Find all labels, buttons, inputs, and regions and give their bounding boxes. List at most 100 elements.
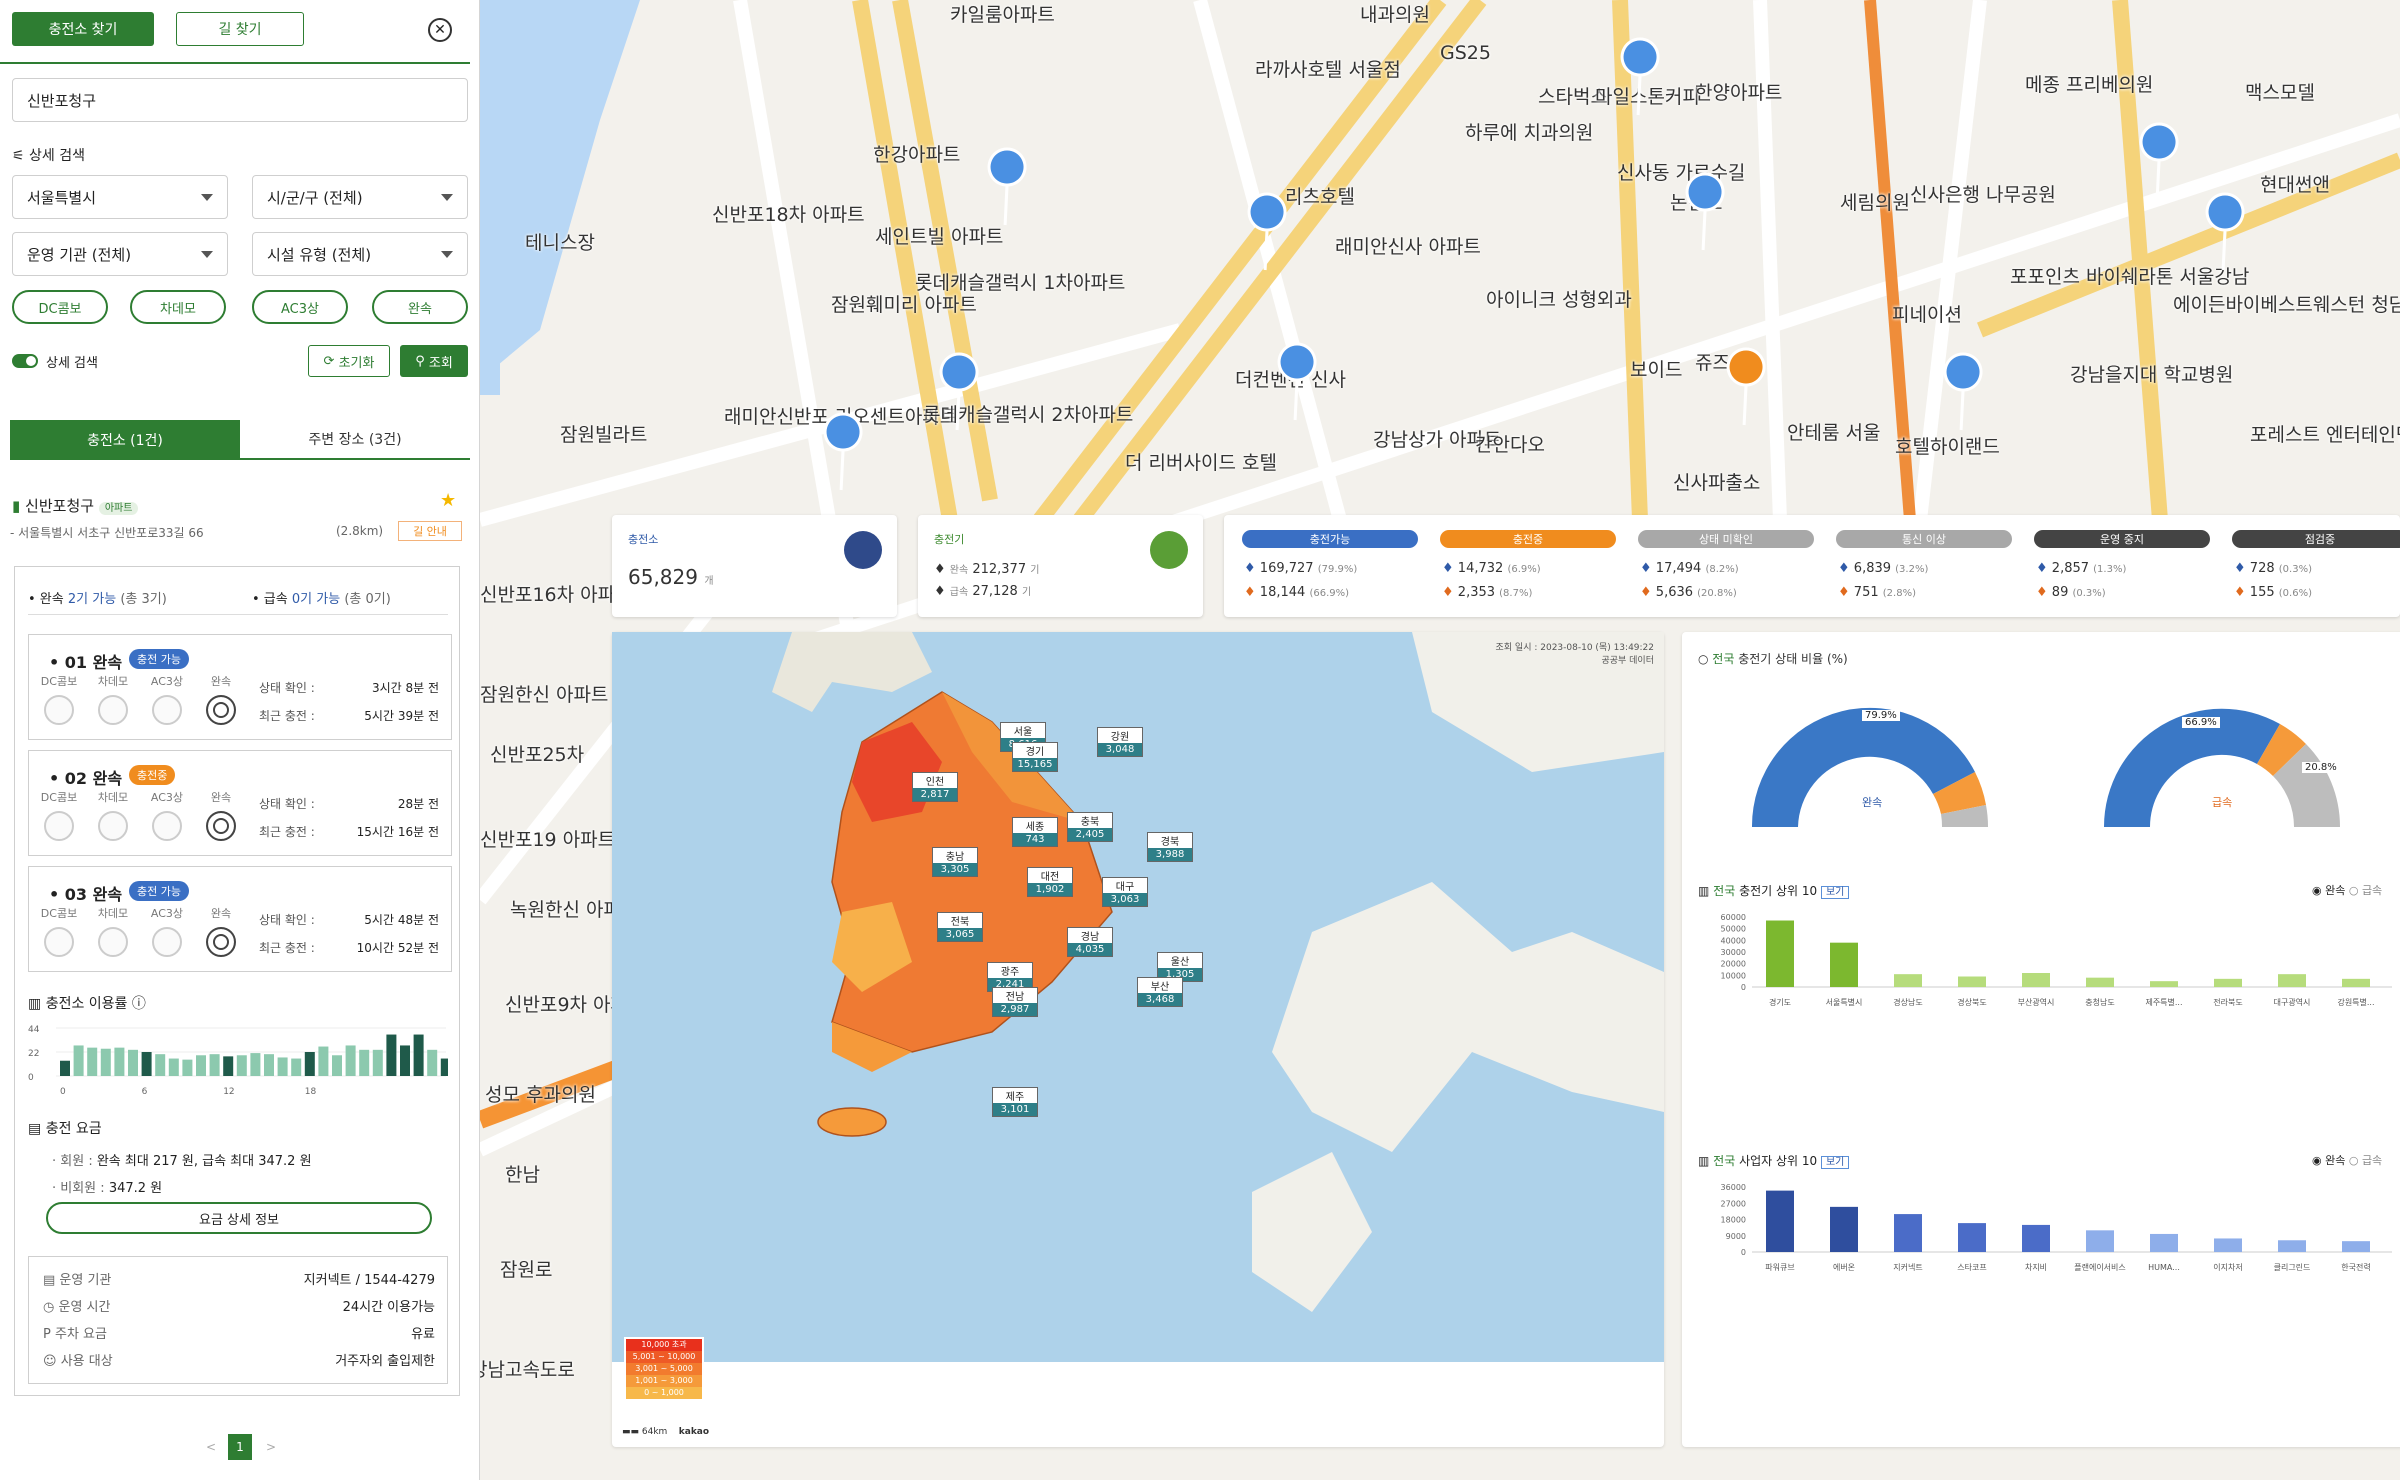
chip-dc-combo[interactable]: DC콤보 xyxy=(12,290,108,324)
region-label[interactable]: 전북 3,065 xyxy=(937,912,983,942)
region-label[interactable]: 세종 743 xyxy=(1012,817,1058,847)
bar[interactable] xyxy=(1766,1190,1794,1252)
bar[interactable] xyxy=(2342,978,2370,987)
charger-card[interactable]: • 01 완속 충전 가능 DC콤보 차데모 AC3상 완속 상태 확인 : 3시간 8분 전… xyxy=(28,634,452,740)
select-facility[interactable]: 시설 유형 (전체) xyxy=(252,232,468,276)
bar[interactable] xyxy=(1830,942,1858,987)
close-icon[interactable]: ✕ xyxy=(428,18,452,42)
query-button[interactable]: ⚲ 조회 xyxy=(400,345,468,377)
last-value: 15시간 16분 전 xyxy=(356,825,439,839)
wallet-icon: ▤ xyxy=(28,1121,42,1137)
pagination-page[interactable]: 1 xyxy=(228,1434,252,1460)
map-label[interactable]: 성모 후과의원 xyxy=(485,1080,596,1107)
map-label[interactable]: 신반포25차 xyxy=(490,740,584,767)
usage-bar xyxy=(318,1046,329,1076)
bar[interactable] xyxy=(1830,1206,1858,1252)
fee-nonmember: · 비회원 : 347.2 원 xyxy=(52,1181,163,1196)
bar[interactable] xyxy=(2086,977,2114,987)
route-guide-button[interactable]: 길 안내 xyxy=(398,521,462,541)
gauge-title: ○ 전국 충전기 상태 비율 (%) xyxy=(1698,652,1848,666)
select-operator[interactable]: 운영 기관 (전체) xyxy=(12,232,228,276)
usage-title: ▥ 충전소 이용률 ⓘ xyxy=(28,996,146,1012)
legend-slow[interactable]: ◉ 완속 xyxy=(2312,884,2349,897)
region-label[interactable]: 경남 4,035 xyxy=(1067,927,1113,957)
info-label: ☺ 사용 대상 xyxy=(43,1354,113,1369)
charger-card[interactable]: • 02 완속 충전중 DC콤보 차데모 AC3상 완속 상태 확인 : 28분 전 최근 충전… xyxy=(28,750,452,856)
bar[interactable] xyxy=(2214,1238,2242,1252)
status-slow-value: ♦ 2,857 (1.3%) xyxy=(2036,561,2127,576)
map-label[interactable]: 신반포19 아파트 xyxy=(480,825,615,852)
view-button[interactable]: 보기 xyxy=(1820,886,1850,899)
detail-search-toggle[interactable] xyxy=(12,354,38,368)
bar[interactable] xyxy=(2150,1233,2178,1252)
map-label[interactable]: 신반포16차 아파트 xyxy=(480,580,633,607)
check-label: 상태 확인 : xyxy=(259,797,315,811)
usage-bar xyxy=(400,1045,410,1076)
map-label[interactable]: 잠원로 xyxy=(500,1255,552,1282)
tab-result-nearby[interactable]: 주변 장소 (3건) xyxy=(240,420,470,460)
legend-slow[interactable]: ◉ 완속 xyxy=(2312,1154,2349,1167)
chevron-down-icon xyxy=(201,194,213,201)
star-icon[interactable]: ★ xyxy=(440,490,456,511)
bar[interactable] xyxy=(2342,1241,2370,1252)
chip-slow[interactable]: 완속 xyxy=(372,290,468,324)
region-label[interactable]: 인천 2,817 xyxy=(912,772,958,802)
region-label[interactable]: 충남 3,305 xyxy=(932,847,978,877)
check-value: 3시간 8분 전 xyxy=(371,681,439,695)
info-value: 24시간 이용가능 xyxy=(342,1300,435,1315)
map-label[interactable]: 강남고속도로 xyxy=(480,1355,575,1382)
region-label[interactable]: 경북 3,988 xyxy=(1147,832,1193,862)
tab-find-station[interactable]: 충전소 찾기 xyxy=(12,12,154,46)
chargers-fast: ♦ 급속 27,128 기 xyxy=(934,584,1032,599)
info-icon[interactable]: ⓘ xyxy=(132,996,146,1012)
tab-route[interactable]: 길 찾기 xyxy=(176,12,304,46)
bar[interactable] xyxy=(1958,976,1986,988)
pagination-prev[interactable]: < xyxy=(206,1440,216,1454)
legend-fast[interactable]: ○ 급속 xyxy=(2349,1154,2382,1167)
reset-button[interactable]: ⟳ 초기화 xyxy=(308,345,390,377)
charger-status-badge: 충전중 xyxy=(129,765,176,785)
legend-fast[interactable]: ○ 급속 xyxy=(2349,884,2382,897)
map-label[interactable]: 잠원한신 아파트 xyxy=(480,680,608,707)
bar[interactable] xyxy=(2022,1224,2050,1252)
bar[interactable] xyxy=(1894,974,1922,987)
usage-xtick: 12 xyxy=(223,1087,234,1097)
bar[interactable] xyxy=(2086,1230,2114,1252)
charger-status-badge: 충전 가능 xyxy=(129,881,189,901)
bar[interactable] xyxy=(2022,973,2050,987)
region-label[interactable]: 전남 2,987 xyxy=(992,987,1038,1017)
fee-detail-button[interactable]: 요금 상세 정보 xyxy=(46,1202,432,1234)
chip-ac3[interactable]: AC3상 xyxy=(252,290,348,324)
pagination-next[interactable]: > xyxy=(266,1440,276,1454)
select-city[interactable]: 서울특별시 xyxy=(12,175,228,219)
chip-chademo[interactable]: 차데모 xyxy=(130,290,226,324)
chart-legend: ◉ 완속 ○ 급속 xyxy=(2312,882,2382,898)
region-label[interactable]: 제주 3,101 xyxy=(992,1087,1038,1117)
ytick: 60000 xyxy=(1721,913,1746,922)
bar[interactable] xyxy=(1894,1214,1922,1252)
status-fast-value: ♦ 5,636 (20.8%) xyxy=(1640,585,1737,600)
map-label[interactable]: 한남 xyxy=(505,1160,540,1187)
bar[interactable] xyxy=(2278,974,2306,987)
region-label[interactable]: 대구 3,063 xyxy=(1102,877,1148,907)
bar[interactable] xyxy=(1958,1223,1986,1252)
tab-result-stations[interactable]: 충전소 (1건) xyxy=(10,420,240,460)
select-district[interactable]: 시/군/구 (전체) xyxy=(252,175,468,219)
bar[interactable] xyxy=(2150,981,2178,987)
region-label[interactable]: 대전 1,902 xyxy=(1027,867,1073,897)
usage-bar xyxy=(304,1052,315,1076)
view-button[interactable]: 보기 xyxy=(1820,1156,1850,1169)
bar[interactable] xyxy=(2214,978,2242,987)
region-label[interactable]: 부산 3,468 xyxy=(1137,977,1183,1007)
station-title[interactable]: ▮ 신반포청구 아파트 xyxy=(12,495,139,516)
usage-bar xyxy=(291,1058,302,1076)
bar[interactable] xyxy=(2278,1240,2306,1252)
ytick: 50000 xyxy=(1721,925,1746,934)
ytick: 10000 xyxy=(1721,971,1746,980)
region-label[interactable]: 충북 2,405 xyxy=(1067,812,1113,842)
bar[interactable] xyxy=(1766,920,1794,988)
region-label[interactable]: 경기 15,165 xyxy=(1012,742,1058,772)
charger-card[interactable]: • 03 완속 충전 가능 DC콤보 차데모 AC3상 완속 상태 확인 : 5시간 48분 … xyxy=(28,866,452,972)
region-label[interactable]: 강원 3,048 xyxy=(1097,727,1143,757)
search-input[interactable]: 신반포청구 xyxy=(12,78,468,122)
